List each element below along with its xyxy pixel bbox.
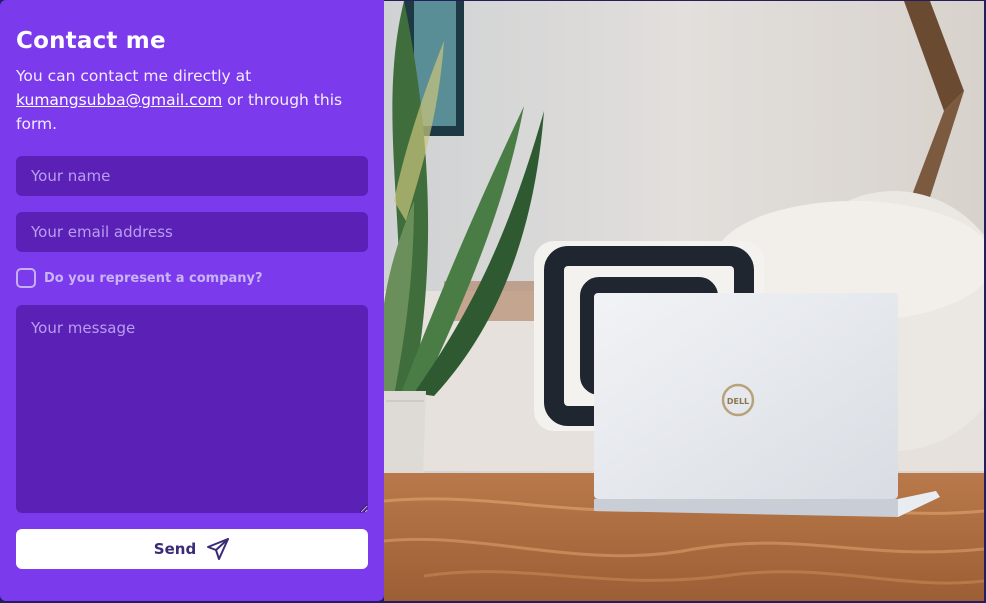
send-button-label: Send [153, 540, 197, 558]
email-input[interactable] [16, 212, 368, 252]
company-checkbox[interactable] [16, 268, 36, 288]
paper-plane-icon [206, 537, 230, 561]
email-link[interactable]: kumangsubba@gmail.com [16, 91, 222, 109]
workspace-illustration: DELL [384, 1, 984, 601]
contact-title: Contact me [16, 28, 166, 54]
name-input[interactable] [16, 156, 368, 196]
company-checkbox-row[interactable]: Do you represent a company? [16, 268, 368, 288]
workspace-photo: DELL [384, 1, 984, 601]
company-checkbox-label[interactable]: Do you represent a company? [44, 271, 263, 286]
send-button[interactable]: Send [16, 529, 368, 569]
laptop-logo-text: DELL [727, 397, 749, 406]
contact-page: Contact me You can contact me directly a… [0, 0, 986, 603]
intro-prefix: You can contact me directly at [16, 67, 252, 85]
contact-panel: Contact me You can contact me directly a… [0, 0, 384, 601]
laptop: DELL [594, 293, 940, 517]
message-textarea[interactable] [16, 305, 368, 513]
contact-intro: You can contact me directly at kumangsub… [16, 64, 368, 136]
